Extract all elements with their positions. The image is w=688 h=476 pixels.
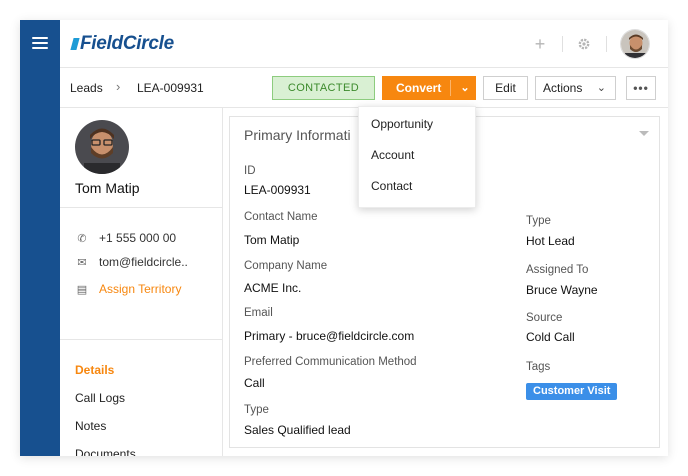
app-frame: FieldCircle + Leads › LEA-009931 CONTACT… — [20, 20, 668, 456]
nav-details[interactable]: Details — [75, 363, 114, 377]
top-bar: FieldCircle + — [60, 20, 668, 68]
chevron-down-icon: ⌄ — [596, 82, 606, 94]
field-value-source: Cold Call — [526, 330, 575, 344]
divider — [606, 36, 607, 52]
field-value-preferred-communication: Call — [244, 376, 265, 390]
status-badge: CONTACTED — [272, 76, 375, 100]
actions-label: Actions — [543, 81, 583, 95]
chevron-down-icon[interactable]: ⌄ — [454, 76, 476, 100]
convert-button[interactable]: Convert ⌄ — [382, 76, 476, 100]
breadcrumb-leads[interactable]: Leads — [70, 81, 103, 95]
more-options-button[interactable]: ••• — [626, 76, 656, 100]
user-avatar[interactable] — [620, 29, 650, 59]
phone-number: +1 555 000 00 — [99, 231, 177, 245]
divider — [60, 339, 222, 340]
hamburger-menu-icon[interactable] — [32, 37, 48, 49]
edit-button[interactable]: Edit — [483, 76, 528, 100]
field-value-company-name: ACME Inc. — [244, 281, 302, 295]
field-label-email: Email — [244, 307, 273, 319]
field-label-type: Type — [244, 404, 269, 416]
record-toolbar: Leads › LEA-009931 CONTACTED Convert ⌄ E… — [60, 68, 668, 108]
divider — [562, 36, 563, 52]
field-label-id: ID — [244, 165, 256, 177]
field-label-company-name: Company Name — [244, 260, 328, 272]
field-value-lead-type: Hot Lead — [526, 234, 575, 248]
field-value-assigned-to: Bruce Wayne — [526, 283, 598, 297]
email-row[interactable]: ✉ tom@fieldcircle.. — [75, 253, 188, 271]
profile-panel: Tom Matip ✆ +1 555 000 00 ✉ tom@fieldcircl… — [60, 108, 223, 456]
field-label-source: Source — [526, 312, 563, 324]
left-rail — [20, 20, 60, 456]
gear-icon[interactable] — [574, 34, 594, 54]
field-label-lead-type: Type — [526, 215, 551, 227]
field-label-assigned-to: Assigned To — [526, 264, 589, 276]
email-address: tom@fieldcircle.. — [99, 255, 188, 269]
phone-row[interactable]: ✆ +1 555 000 00 — [75, 229, 176, 247]
menu-item-opportunity[interactable]: Opportunity — [371, 117, 433, 131]
profile-name: Tom Matip — [75, 180, 140, 196]
convert-dropdown-menu: Opportunity Account Contact — [358, 106, 476, 208]
field-label-tags: Tags — [526, 361, 551, 373]
document-icon: ▤ — [76, 284, 88, 296]
logo-text: FieldCircle — [80, 33, 174, 54]
field-label-contact-name: Contact Name — [244, 211, 318, 223]
nav-call-logs[interactable]: Call Logs — [75, 391, 125, 405]
convert-label: Convert — [396, 81, 442, 95]
app-logo[interactable]: FieldCircle — [70, 33, 174, 55]
plus-icon[interactable]: + — [530, 34, 550, 54]
field-value-type: Sales Qualified lead — [244, 423, 351, 437]
field-value-id: LEA-009931 — [244, 183, 311, 197]
field-value-contact-name: Tom Matip — [244, 233, 300, 247]
field-value-email: Primary - bruce@fieldcircle.com — [244, 329, 415, 343]
assign-territory-link[interactable]: ▤ Assign Territory — [75, 280, 182, 298]
chevron-right-icon: › — [116, 79, 121, 94]
divider — [60, 207, 222, 208]
card-title: Primary Informati — [244, 127, 351, 143]
nav-notes[interactable]: Notes — [75, 419, 106, 433]
breadcrumb-current: LEA-009931 — [137, 81, 204, 95]
phone-icon: ✆ — [77, 233, 87, 245]
menu-item-account[interactable]: Account — [371, 148, 414, 162]
menu-item-contact[interactable]: Contact — [371, 179, 412, 193]
field-label-preferred-communication: Preferred Communication Method — [244, 356, 417, 368]
mail-icon: ✉ — [77, 257, 87, 269]
profile-avatar — [75, 120, 129, 174]
tag-chip[interactable]: Customer Visit — [526, 383, 618, 400]
nav-documents[interactable]: Documents — [75, 447, 136, 456]
collapse-caret-icon[interactable] — [639, 131, 649, 136]
assign-territory-label: Assign Territory — [99, 282, 182, 296]
actions-dropdown[interactable]: Actions ⌄ — [535, 76, 616, 100]
